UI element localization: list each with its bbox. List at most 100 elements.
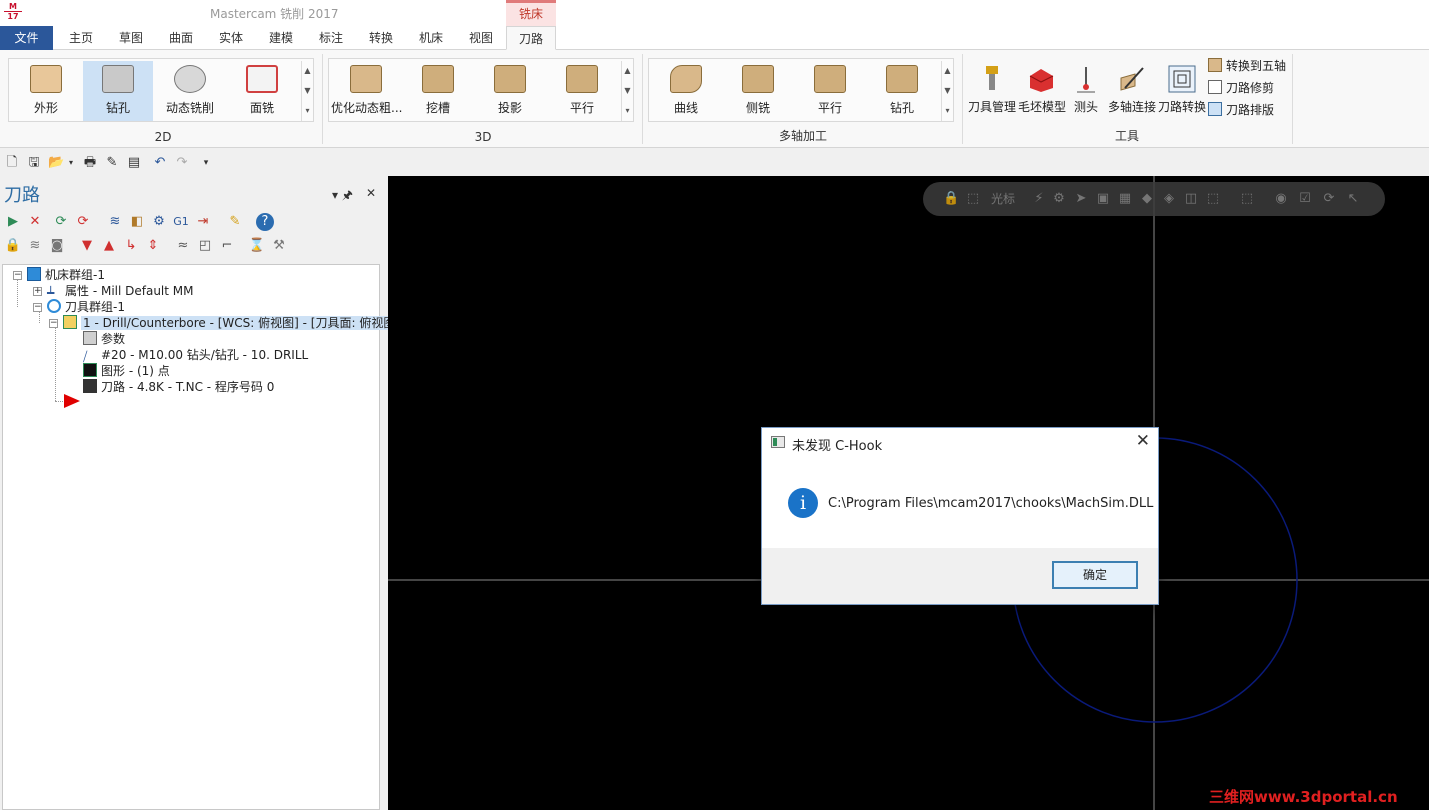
parallel-multiaxis-button[interactable]: 平行 — [795, 61, 865, 121]
tab-solids[interactable]: 实体 — [206, 26, 256, 50]
lock-icon[interactable]: 🔒 — [943, 191, 959, 207]
post-toggle-icon[interactable]: ◙ — [48, 237, 66, 255]
tree-geometry[interactable]: 图形 - (1) 点 — [83, 363, 170, 379]
edit-icon[interactable]: ✎ — [104, 155, 120, 171]
regen-dirty-icon[interactable]: ⟳ — [74, 213, 92, 231]
scroll-up-icon[interactable]: ▲ — [942, 61, 953, 81]
scroll-up-icon[interactable]: ▲ — [622, 61, 633, 81]
tree-toolpath[interactable]: 刀路 - 4.8K - T.NC - 程序号码 0 — [83, 379, 274, 395]
tab-toolpaths[interactable]: 刀路 — [506, 26, 556, 50]
collapse-operation-icon[interactable]: − — [49, 319, 58, 328]
collapse-tool-group-icon[interactable]: − — [33, 303, 42, 312]
backplot-icon[interactable]: ≋ — [106, 213, 124, 231]
properties-icon[interactable]: ▤ — [126, 155, 142, 171]
tab-surfaces[interactable]: 曲面 — [156, 26, 206, 50]
multiaxis-linking-button[interactable]: 多轴连接 — [1108, 64, 1156, 115]
probe-button[interactable]: 测头 — [1068, 64, 1104, 115]
gallery-2d-scroller[interactable]: ▲ ▼ ▾ — [301, 61, 313, 121]
tree-tool[interactable]: ⧸ #20 - M10.00 钻头/钻孔 - 10. DRILL — [83, 347, 308, 365]
tool-manager-button[interactable]: 刀具管理 — [968, 64, 1016, 115]
scroll-down-icon[interactable]: ▼ — [622, 81, 633, 101]
expand-gallery-icon[interactable]: ▾ — [942, 101, 953, 121]
chain-select-icon[interactable]: ⬚ — [1239, 191, 1255, 207]
show-selected-icon[interactable]: ≈ — [174, 237, 192, 255]
scroll-down-icon[interactable]: ▼ — [942, 81, 953, 101]
drill-multiaxis-button[interactable]: 钻孔 — [867, 61, 937, 121]
tab-transform[interactable]: 转换 — [356, 26, 406, 50]
nesting-button[interactable]: 刀路排版 — [1208, 100, 1274, 120]
face-button[interactable]: 面铣 — [227, 61, 297, 121]
convert-to-5axis-button[interactable]: 转换到五轴 — [1208, 56, 1286, 76]
close-panel-icon[interactable]: ✕ — [366, 186, 376, 200]
open-folder-icon[interactable]: 📂 — [48, 155, 64, 171]
show-geometry-icon[interactable]: ◰ — [196, 237, 214, 255]
tab-sketch[interactable]: 草图 — [106, 26, 156, 50]
dynamic-mill-button[interactable]: 动态铣削 — [155, 61, 225, 121]
gear-icon[interactable]: ⚙ — [1051, 191, 1067, 207]
project-button[interactable]: 投影 — [475, 61, 545, 121]
expand-gallery-icon[interactable]: ▾ — [622, 101, 633, 121]
trim-toolpath-button[interactable]: 刀路修剪 — [1208, 78, 1274, 98]
scroll-to-insert-icon[interactable]: ⇕ — [144, 237, 162, 255]
drill-2d-button[interactable]: 钻孔 — [83, 61, 153, 121]
check-selection-icon[interactable]: ☑ — [1297, 191, 1313, 207]
tab-file[interactable]: 文件 — [0, 26, 53, 50]
cube-icon[interactable]: ◫ — [1183, 191, 1199, 207]
select-all-icon[interactable]: ▶ — [4, 213, 22, 231]
regen-all-icon[interactable]: ⟳ — [52, 213, 70, 231]
lock-icon[interactable]: 🔒 — [4, 237, 22, 255]
expand-properties-icon[interactable]: + — [33, 287, 42, 296]
verify-icon[interactable]: ◧ — [128, 213, 146, 231]
cursor-mode-label[interactable]: 光标 — [983, 191, 1023, 207]
gallery-multiaxis-scroller[interactable]: ▲ ▼ ▾ — [941, 61, 953, 121]
tree-tool-group[interactable]: 刀具群组-1 — [47, 299, 125, 315]
tab-view[interactable]: 视图 — [456, 26, 506, 50]
verify-selection-icon[interactable]: ◉ — [1273, 191, 1289, 207]
insert-after-icon[interactable]: ↳ — [122, 237, 140, 255]
body-select-icon[interactable]: ◆ — [1139, 191, 1155, 207]
settings-icon[interactable]: ⚒ — [270, 237, 288, 255]
deselect-all-icon[interactable]: ✕ — [26, 213, 44, 231]
scroll-up-icon[interactable]: ▲ — [302, 61, 313, 81]
tab-home[interactable]: 主页 — [56, 26, 106, 50]
tree-properties[interactable]: ┷ 属性 - Mill Default MM — [47, 283, 194, 300]
move-down-icon[interactable]: ▼ — [78, 237, 96, 255]
window-select-icon[interactable]: ⬚ — [1205, 191, 1221, 207]
save-icon[interactable]: 🖫 — [26, 155, 42, 171]
tree-machine-group[interactable]: 机床群组-1 — [27, 267, 105, 283]
stock-model-button[interactable]: 毛坯模型 — [1018, 64, 1066, 115]
ok-button[interactable]: 确定 — [1052, 561, 1138, 589]
undo-icon[interactable]: ↶ — [152, 155, 168, 171]
face-select-icon[interactable]: ▦ — [1117, 191, 1133, 207]
cursor-icon[interactable]: ⬚ — [965, 191, 981, 207]
post-g1-icon[interactable]: G1 — [172, 213, 190, 231]
tree-operation[interactable]: 1 - Drill/Counterbore - [WCS: 俯视图] - [刀具… — [63, 315, 402, 331]
refresh-icon[interactable]: ⟳ — [1321, 191, 1337, 207]
move-up-icon[interactable]: ▲ — [100, 237, 118, 255]
swarf-button[interactable]: 侧铣 — [723, 61, 793, 121]
collapse-machine-group-icon[interactable]: − — [13, 271, 22, 280]
filter-icon[interactable]: ⌛ — [248, 237, 266, 255]
end-selection-icon[interactable]: ↖ — [1345, 191, 1361, 207]
select-arrow-icon[interactable]: ➤ — [1073, 191, 1089, 207]
tab-machine[interactable]: 机床 — [406, 26, 456, 50]
customize-qat-icon[interactable]: ▾ — [198, 155, 214, 171]
autocursor-icon[interactable]: ⚡ — [1031, 191, 1047, 207]
dialog-close-icon[interactable]: ✕ — [1136, 431, 1150, 451]
solid-select-icon[interactable]: ▣ — [1095, 191, 1111, 207]
mastercam-logo-icon[interactable]: M 17 — [4, 2, 22, 22]
pin-icon[interactable]: ▾ 🖈 — [332, 186, 353, 207]
curve-multiaxis-button[interactable]: 曲线 — [651, 61, 721, 121]
help-icon[interactable]: ? — [256, 213, 274, 231]
gallery-3d-scroller[interactable]: ▲ ▼ ▾ — [621, 61, 633, 121]
pocket-3d-button[interactable]: 挖槽 — [403, 61, 473, 121]
tab-model-prep[interactable]: 建模 — [256, 26, 306, 50]
optirough-button[interactable]: 优化动态粗... — [331, 61, 402, 121]
post-to-icon[interactable]: ⇥ — [194, 213, 212, 231]
redo-icon[interactable]: ↷ — [174, 155, 190, 171]
toolpath-transform-button[interactable]: 刀路转换 — [1158, 64, 1206, 115]
tool-view-icon[interactable]: ⌐ — [218, 237, 236, 255]
simulate-icon[interactable]: ⚙ — [150, 213, 168, 231]
parallel-3d-button[interactable]: 平行 — [547, 61, 617, 121]
tab-drafting[interactable]: 标注 — [306, 26, 356, 50]
